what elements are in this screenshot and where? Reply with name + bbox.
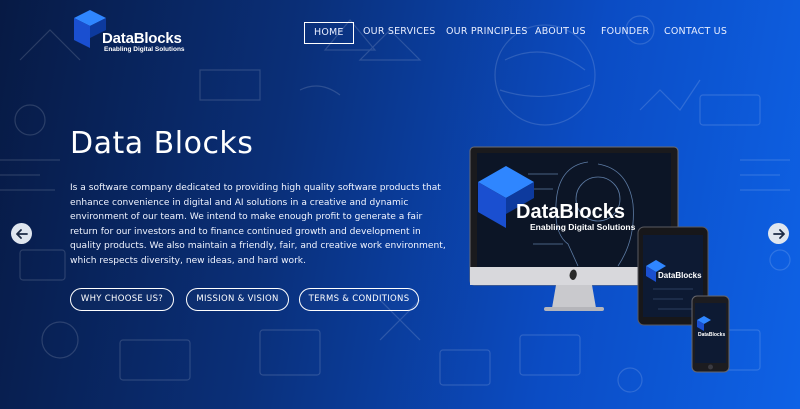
- carousel-next-button[interactable]: [768, 223, 789, 244]
- carousel-prev-button[interactable]: [11, 223, 32, 244]
- nav-home[interactable]: HOME: [304, 22, 354, 44]
- why-choose-us-button[interactable]: WHY CHOOSE US?: [70, 288, 174, 311]
- nav-our-principles[interactable]: OUR PRINCIPLES: [446, 22, 528, 44]
- hero-title: Data Blocks: [70, 126, 254, 161]
- nav-contact-us[interactable]: CONTACT US: [664, 22, 727, 44]
- monitor-tagline-text: Enabling Digital Solutions: [530, 222, 636, 232]
- hero-description: Is a software company dedicated to provi…: [70, 183, 446, 266]
- devices-mockup-image: DataBlocks Enabling Digital Solutions Da…: [469, 146, 730, 373]
- tablet-brand-text: DataBlocks: [658, 271, 702, 280]
- phone-brand-text: DataBlocks: [698, 332, 725, 338]
- arrow-right-icon: [772, 228, 785, 239]
- monitor-brand-text: DataBlocks: [516, 201, 625, 223]
- terms-conditions-button[interactable]: TERMS & CONDITIONS: [299, 288, 419, 311]
- nav-our-services[interactable]: OUR SERVICES: [363, 22, 436, 44]
- mission-vision-button[interactable]: MISSION & VISION: [186, 288, 289, 311]
- brand-tagline: Enabling Digital Solutions: [104, 46, 185, 53]
- brand-logo[interactable]: DataBlocks Enabling Digital Solutions: [70, 8, 190, 58]
- main-navigation: HOME OUR SERVICES OUR PRINCIPLES ABOUT U…: [304, 22, 730, 44]
- nav-founder[interactable]: FOUNDER: [601, 22, 649, 44]
- nav-about-us[interactable]: ABOUT US: [535, 22, 586, 44]
- arrow-left-icon: [15, 228, 28, 239]
- brand-name: DataBlocks: [102, 30, 182, 47]
